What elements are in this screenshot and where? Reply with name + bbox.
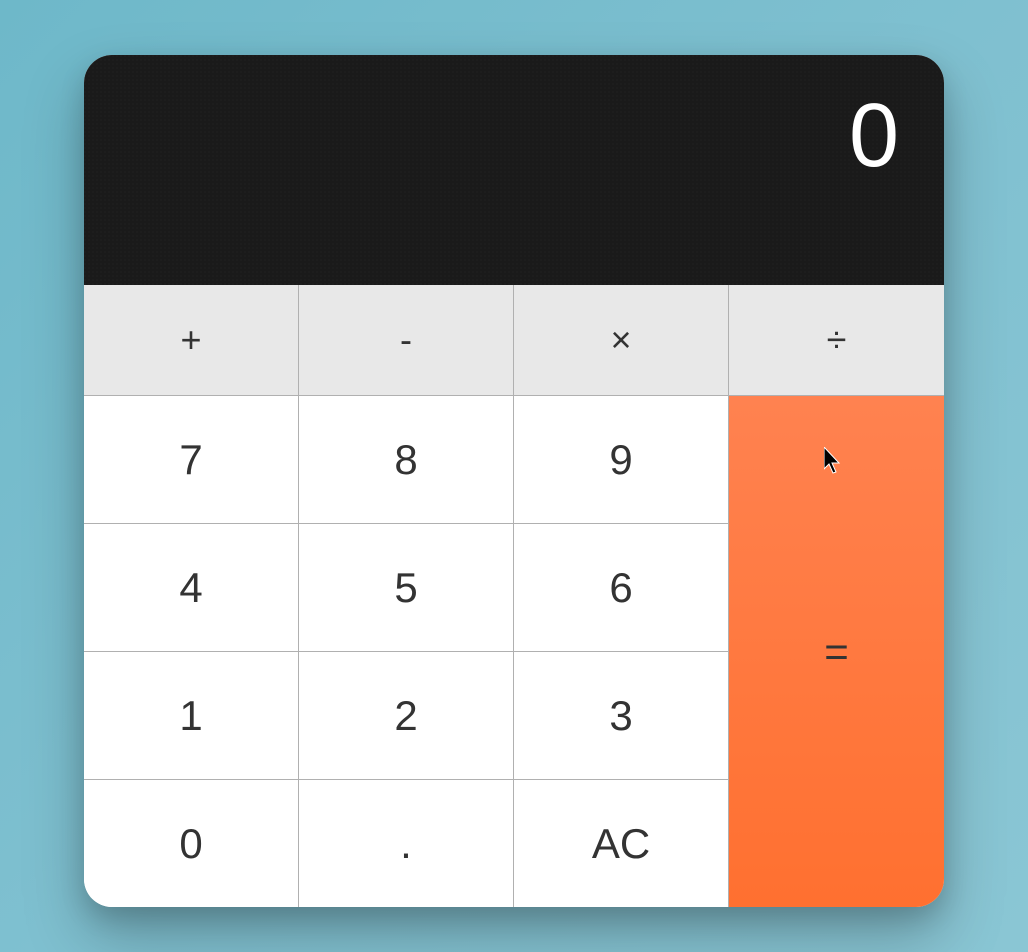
digit-8-button[interactable]: 8 [299,395,514,523]
subtract-button[interactable]: - [299,285,514,395]
digit-9-button[interactable]: 9 [514,395,729,523]
decimal-button[interactable]: . [299,779,514,907]
digit-5-button[interactable]: 5 [299,523,514,651]
digit-7-button[interactable]: 7 [84,395,299,523]
digit-1-button[interactable]: 1 [84,651,299,779]
keypad: 7 8 9 = 4 5 6 1 2 3 0 . AC [84,395,944,907]
equals-button[interactable]: = [729,395,944,907]
digit-0-button[interactable]: 0 [84,779,299,907]
digit-6-button[interactable]: 6 [514,523,729,651]
add-button[interactable]: + [84,285,299,395]
display-value: 0 [849,85,899,188]
multiply-button[interactable]: × [514,285,729,395]
operators-row: + - × ÷ [84,285,944,395]
digit-3-button[interactable]: 3 [514,651,729,779]
digit-2-button[interactable]: 2 [299,651,514,779]
calculator-display: 0 [84,55,944,285]
digit-4-button[interactable]: 4 [84,523,299,651]
calculator: 0 + - × ÷ 7 8 9 = 4 5 6 1 2 3 0 . AC [84,55,944,907]
clear-button[interactable]: AC [514,779,729,907]
divide-button[interactable]: ÷ [729,285,944,395]
